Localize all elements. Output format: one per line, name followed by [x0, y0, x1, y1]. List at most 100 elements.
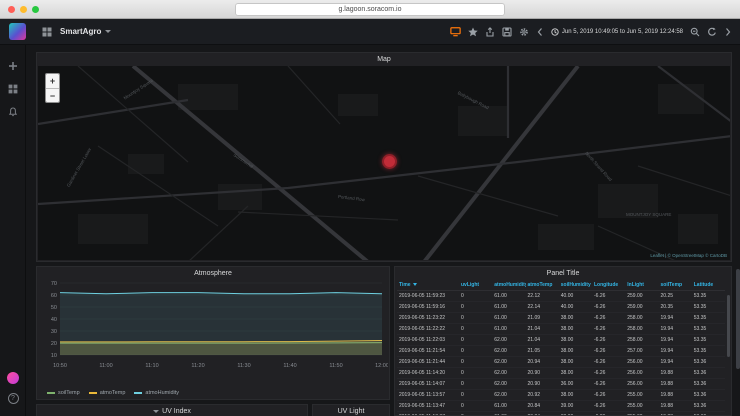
dashboard-title[interactable]: SmartAgro — [60, 27, 111, 36]
zoom-out-icon[interactable] — [690, 27, 700, 37]
table-header-Longitude[interactable]: Longitude — [592, 280, 625, 291]
svg-text:11:00: 11:00 — [99, 363, 112, 369]
table-row[interactable]: 2019-06-05 11:21:54062.0021.0538.00-6.26… — [397, 346, 725, 357]
header-actions: Jun 5, 2019 10:49:05 to Jun 5, 2019 12:2… — [450, 26, 740, 37]
svg-text:11:30: 11:30 — [237, 363, 250, 369]
table-panel-title[interactable]: Panel Title — [395, 267, 731, 280]
svg-text:11:40: 11:40 — [283, 363, 296, 369]
table-header-Time[interactable]: Time — [397, 280, 459, 291]
refresh-icon[interactable] — [707, 27, 717, 37]
create-plus-icon[interactable] — [8, 61, 18, 71]
gear-icon[interactable] — [519, 27, 529, 37]
help-glyph: ? — [11, 395, 15, 402]
svg-text:70: 70 — [51, 281, 57, 287]
time-range-picker[interactable]: Jun 5, 2019 10:49:05 to Jun 5, 2019 12:2… — [551, 28, 683, 36]
page-scrollbar[interactable] — [736, 269, 740, 369]
map-marker[interactable] — [382, 154, 397, 169]
map-attribution[interactable]: Leaflet | © OpenStreetMap © CartoDB — [650, 253, 727, 258]
table-panel: Panel Title TimeuvLightatmoHumidityatmoT… — [394, 266, 732, 416]
table-row[interactable]: 2019-06-05 11:14:20062.0020.9038.00-6.26… — [397, 368, 725, 379]
sidebar-bottom: ? — [0, 372, 26, 404]
map-panel: Map — [36, 52, 732, 262]
dashboard-header: SmartAgro — [0, 19, 740, 45]
svg-text:10: 10 — [51, 353, 57, 359]
window-zoom-button[interactable] — [32, 6, 39, 13]
share-icon[interactable] — [485, 27, 495, 37]
table-row[interactable]: 2019-06-05 11:21:44062.0020.9438.00-6.26… — [397, 357, 725, 368]
atmosphere-panel: Atmosphere 10 20 30 40 50 60 70 10:50 11:00 11:10… — [36, 266, 390, 400]
address-bar[interactable]: g.lagoon.soracom.io — [235, 3, 505, 16]
chevron-down-icon — [105, 30, 111, 33]
url-text: g.lagoon.soracom.io — [338, 6, 401, 13]
browser-window: g.lagoon.soracom.io SmartAgro — [0, 0, 740, 416]
clock-icon — [551, 28, 559, 36]
sort-caret-icon — [413, 283, 417, 286]
user-avatar[interactable] — [7, 372, 19, 384]
table-wrapper: TimeuvLightatmoHumidityatmoTempsoilHumid… — [397, 280, 725, 415]
svg-text:12:00: 12:00 — [375, 363, 388, 369]
table-header-soilHumidity[interactable]: soilHumidity — [559, 280, 592, 291]
table-row[interactable]: 2019-06-05 11:59:16061.0022.1440.00-6.26… — [397, 302, 725, 313]
svg-text:11:10: 11:10 — [145, 363, 158, 369]
help-icon[interactable]: ? — [8, 393, 19, 404]
time-range-text: Jun 5, 2019 10:49:05 to Jun 5, 2019 12:2… — [562, 29, 683, 35]
left-sidebar: ? — [0, 45, 26, 416]
table-header-atmoTemp[interactable]: atmoTemp — [526, 280, 559, 291]
svg-text:11:50: 11:50 — [329, 363, 342, 369]
atmosphere-panel-title[interactable]: Atmosphere — [37, 267, 389, 280]
map-canvas[interactable]: Mountjoy SquareSummerhillGardiner Street… — [38, 66, 730, 260]
save-icon[interactable] — [502, 27, 512, 37]
time-shift-forward-icon[interactable] — [724, 27, 732, 37]
map-zoom-out-button[interactable]: − — [46, 88, 59, 102]
tv-mode-icon[interactable] — [450, 26, 461, 37]
table-row[interactable]: 2019-06-05 11:13:57062.0020.9238.00-6.26… — [397, 390, 725, 401]
table-header-Latitude[interactable]: Latitude — [692, 280, 725, 291]
browser-chrome: g.lagoon.soracom.io — [0, 0, 740, 19]
dashboard-grid-icon[interactable] — [42, 27, 52, 37]
table-row[interactable]: 2019-06-05 11:13:37061.0020.8438.00-6.26… — [397, 412, 725, 416]
svg-text:40: 40 — [51, 317, 57, 323]
svg-text:50: 50 — [51, 305, 57, 311]
svg-text:11:20: 11:20 — [191, 363, 204, 369]
dashboards-icon[interactable] — [8, 84, 18, 94]
data-table: TimeuvLightatmoHumidityatmoTempsoilHumid… — [397, 280, 725, 415]
chart-legend: soilTemp atmoTemp atmoHumidity — [47, 390, 179, 396]
alerting-bell-icon[interactable] — [8, 107, 18, 117]
svg-text:60: 60 — [51, 293, 57, 299]
table-row[interactable]: 2019-06-05 11:13:47061.0020.8439.00-6.26… — [397, 401, 725, 412]
table-row[interactable]: 2019-06-05 11:59:23061.0022.1240.00-6.26… — [397, 291, 725, 302]
window-close-button[interactable] — [8, 6, 15, 13]
table-row[interactable]: 2019-06-05 11:22:03062.0021.0438.00-6.26… — [397, 335, 725, 346]
grafana-app: SmartAgro — [0, 19, 740, 416]
table-row[interactable]: 2019-06-05 11:22:22061.0021.0438.00-6.26… — [397, 324, 725, 335]
uv-index-panel: UV Index — [36, 404, 308, 416]
star-icon[interactable] — [468, 27, 478, 37]
table-header-atmoHumidity[interactable]: atmoHumidity — [492, 280, 525, 291]
window-minimize-button[interactable] — [20, 6, 27, 13]
table-header-soilTemp[interactable]: soilTemp — [659, 280, 692, 291]
window-controls — [8, 6, 39, 13]
table-scrollbar[interactable] — [727, 295, 730, 357]
uv-light-panel: UV Light — [312, 404, 390, 416]
legend-item-atmoHumidity[interactable]: atmoHumidity — [134, 390, 179, 396]
svg-text:10:50: 10:50 — [53, 363, 67, 369]
svg-text:30: 30 — [51, 329, 57, 335]
map-panel-title[interactable]: Map — [37, 53, 731, 66]
map-zoom-in-button[interactable]: + — [46, 74, 59, 88]
dashboard-title-text: SmartAgro — [60, 27, 101, 36]
uv-light-panel-title[interactable]: UV Light — [313, 405, 389, 416]
legend-item-atmoTemp[interactable]: atmoTemp — [89, 390, 126, 396]
table-header-uvLight[interactable]: uvLight — [459, 280, 492, 291]
table-row[interactable]: 2019-06-05 11:14:07062.0020.9036.00-6.26… — [397, 379, 725, 390]
panel-menu-chevron-icon — [153, 410, 159, 413]
svg-text:20: 20 — [51, 341, 57, 347]
table-header-InLight[interactable]: InLight — [625, 280, 658, 291]
time-shift-back-icon[interactable] — [536, 27, 544, 37]
map-zoom-control: + − — [45, 73, 60, 103]
atmosphere-chart[interactable]: 10 20 30 40 50 60 70 10:50 11:00 11:10 11:20 11:30 1… — [40, 281, 388, 375]
soracom-lagoon-logo-icon[interactable] — [9, 23, 26, 40]
uv-index-panel-title[interactable]: UV Index — [37, 405, 307, 416]
street-label: MOUNTJOY SQUARE — [626, 212, 671, 217]
table-row[interactable]: 2019-06-05 11:23:22061.0021.0938.00-6.26… — [397, 313, 725, 324]
legend-item-soilTemp[interactable]: soilTemp — [47, 390, 80, 396]
